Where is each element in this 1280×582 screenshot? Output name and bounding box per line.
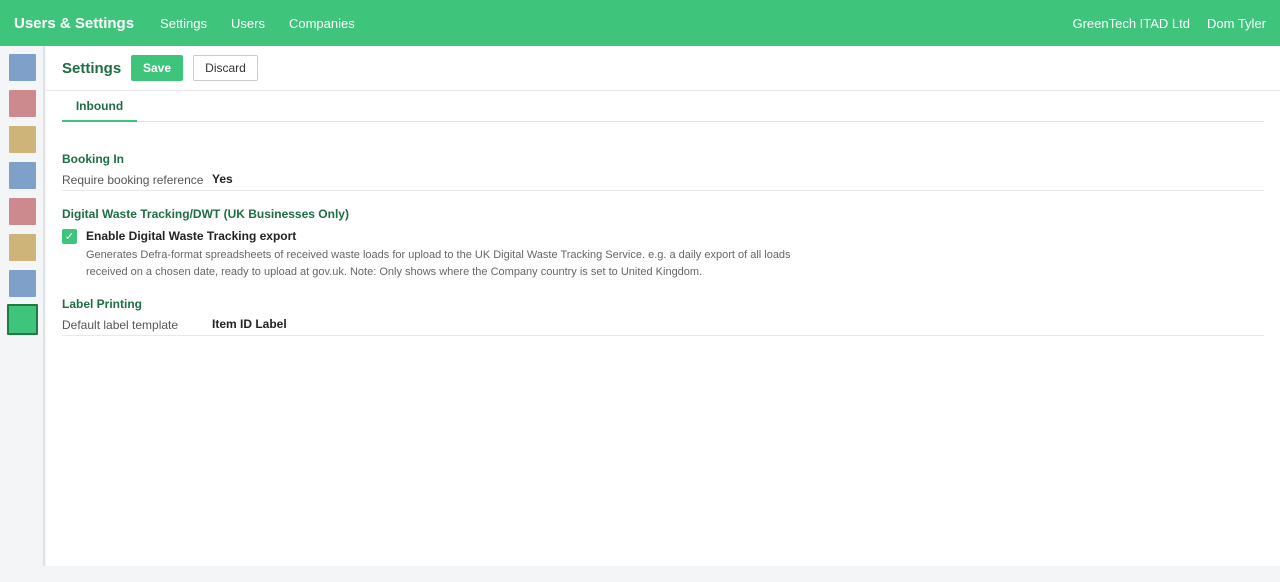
app-tile-icon[interactable] — [9, 126, 36, 153]
settings-tabs: Inbound — [62, 91, 1264, 122]
booking-reference-field: Require booking reference Yes — [62, 172, 1264, 191]
booking-reference-label: Require booking reference — [62, 173, 204, 187]
section-booking-in-title: Booking In — [62, 152, 124, 166]
topbar-right: GreenTech ITAD Ltd Dom Tyler — [1069, 16, 1280, 31]
page-title: Settings — [62, 60, 122, 77]
save-button[interactable]: Save — [131, 55, 183, 81]
app-tile-icon[interactable] — [9, 162, 36, 189]
app-sidebar — [0, 46, 45, 566]
app-tile-icon-active[interactable] — [7, 304, 38, 335]
default-label-template-label: Default label template — [62, 318, 179, 332]
section-label-printing-title: Label Printing — [62, 297, 143, 311]
tab-inbound[interactable]: Inbound — [62, 91, 137, 122]
nav-settings-link[interactable]: Settings — [160, 16, 207, 31]
app-tile-icon[interactable] — [9, 270, 36, 297]
app-tile-icon[interactable] — [9, 90, 36, 117]
dwt-help-line: received on a chosen date, ready to uplo… — [86, 266, 703, 278]
app-tile-icon[interactable] — [9, 234, 36, 261]
app-title[interactable]: Users & Settings — [14, 15, 134, 32]
control-panel: Settings Save Discard — [46, 46, 1280, 91]
dwt-help-line: Generates Defra-format spreadsheets of r… — [86, 249, 791, 261]
section-dwt-title: Digital Waste Tracking/DWT (UK Businesse… — [62, 207, 349, 221]
default-label-template-field: Default label template Item ID Label — [62, 317, 1264, 336]
settings-main-panel: Settings Save Discard Inbound Booking In… — [46, 46, 1280, 566]
top-navigation-bar: Users & Settings Settings Users Companie… — [0, 0, 1280, 46]
app-tile-icon[interactable] — [9, 198, 36, 225]
company-switcher[interactable]: GreenTech ITAD Ltd — [1072, 16, 1190, 31]
dwt-help-text: Generates Defra-format spreadsheets of r… — [86, 247, 846, 281]
default-label-template-value[interactable]: Item ID Label — [212, 317, 287, 331]
user-menu[interactable]: Dom Tyler — [1207, 16, 1266, 31]
dwt-export-checkbox[interactable]: ✓ — [62, 229, 77, 244]
discard-button[interactable]: Discard — [193, 55, 258, 81]
nav-users-link[interactable]: Users — [231, 16, 265, 31]
booking-reference-value[interactable]: Yes — [212, 172, 233, 186]
app-tile-icon[interactable] — [9, 54, 36, 81]
check-icon: ✓ — [64, 231, 75, 243]
nav-companies-link[interactable]: Companies — [289, 16, 355, 31]
dwt-export-label[interactable]: Enable Digital Waste Tracking export — [86, 229, 296, 243]
